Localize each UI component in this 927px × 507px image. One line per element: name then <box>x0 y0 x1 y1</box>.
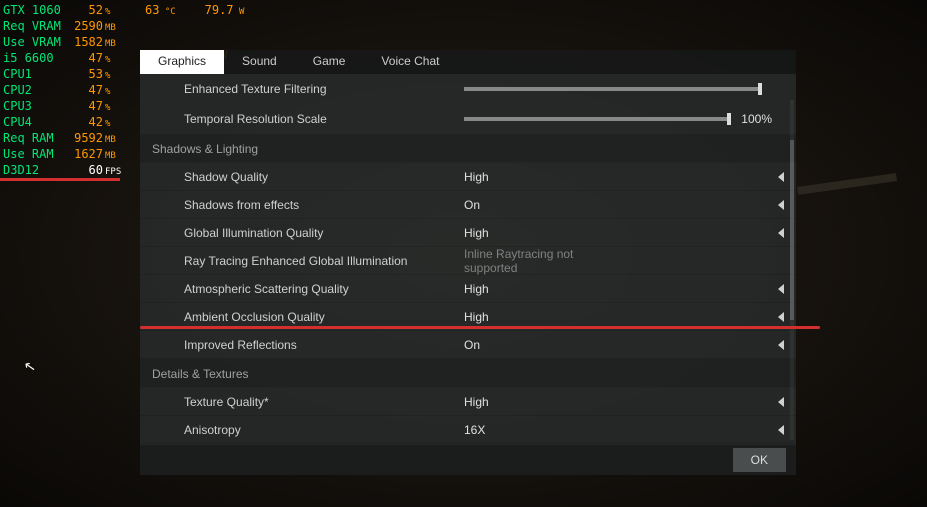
setting-label: Texture Quality* <box>184 395 464 409</box>
setting-texture-quality[interactable]: Texture Quality*High <box>140 388 796 416</box>
setting-label: Shadows from effects <box>184 198 464 212</box>
osd-row: CPU347% <box>3 99 121 115</box>
section-shadows-lighting: Shadows & Lighting <box>140 134 796 163</box>
slider-thumb[interactable] <box>727 113 731 125</box>
osd-row: GTX 106052% <box>3 3 121 19</box>
gpu-temp-power: 63 °C 79.7 W <box>145 3 244 17</box>
scrollbar-thumb[interactable] <box>790 140 794 320</box>
setting-label: Atmospheric Scattering Quality <box>184 282 464 296</box>
left-arrow-icon[interactable] <box>778 200 784 210</box>
osd-row: i5 660047% <box>3 51 121 67</box>
osd-row: Use VRAM1582MB <box>3 35 121 51</box>
osd-row: CPU153% <box>3 67 121 83</box>
setting-shadow-quality[interactable]: Shadow QualityHigh <box>140 163 796 191</box>
left-arrow-icon[interactable] <box>778 312 784 322</box>
osd-row: CPU247% <box>3 83 121 99</box>
setting-ray-tracing-enhanced-global-illumination: Ray Tracing Enhanced Global Illumination… <box>140 247 796 275</box>
setting-value: 16X <box>464 423 624 437</box>
slider-track[interactable] <box>464 87 762 91</box>
osd-fps-row: D3D1260FPS <box>3 163 121 179</box>
setting-value: High <box>464 310 624 324</box>
setting-temporal-resolution-scale[interactable]: Temporal Resolution Scale 100% <box>140 104 796 134</box>
tab-sound[interactable]: Sound <box>224 50 295 74</box>
setting-value: High <box>464 282 624 296</box>
setting-value: High <box>464 170 624 184</box>
setting-label: Ambient Occlusion Quality <box>184 310 464 324</box>
left-arrow-icon[interactable] <box>778 228 784 238</box>
setting-atmospheric-scattering-quality[interactable]: Atmospheric Scattering QualityHigh <box>140 275 796 303</box>
setting-label: Ray Tracing Enhanced Global Illumination <box>184 254 464 268</box>
settings-scroll[interactable]: Enhanced Texture Filtering Temporal Reso… <box>140 74 796 444</box>
setting-value: High <box>464 395 624 409</box>
setting-value: On <box>464 338 624 352</box>
setting-anisotropy[interactable]: Anisotropy16X <box>140 416 796 444</box>
osd-red-underline <box>0 178 120 181</box>
setting-value: On <box>464 198 624 212</box>
left-arrow-icon[interactable] <box>778 397 784 407</box>
mouse-cursor-icon: ↖ <box>23 357 38 376</box>
setting-label: Shadow Quality <box>184 170 464 184</box>
setting-label: Anisotropy <box>184 423 464 437</box>
setting-value: Inline Raytracing not supported <box>464 247 624 275</box>
ok-button[interactable]: OK <box>733 448 786 472</box>
setting-value: High <box>464 226 624 240</box>
settings-footer: OK <box>140 445 796 475</box>
setting-improved-reflections[interactable]: Improved ReflectionsOn <box>140 331 796 359</box>
osd-row: CPU442% <box>3 115 121 131</box>
setting-enhanced-texture-filtering[interactable]: Enhanced Texture Filtering <box>140 74 796 104</box>
settings-panel: GraphicsSoundGameVoice Chat Enhanced Tex… <box>140 50 796 475</box>
annotation-red-underline <box>140 326 820 329</box>
osd-row: Req VRAM2590MB <box>3 19 121 35</box>
setting-shadows-from-effects[interactable]: Shadows from effectsOn <box>140 191 796 219</box>
osd-row: Req RAM9592MB <box>3 131 121 147</box>
tab-bar: GraphicsSoundGameVoice Chat <box>140 50 796 74</box>
slider-thumb[interactable] <box>758 83 762 95</box>
performance-overlay: GTX 106052%Req VRAM2590MBUse VRAM1582MBi… <box>3 3 121 179</box>
tab-game[interactable]: Game <box>295 50 364 74</box>
left-arrow-icon[interactable] <box>778 284 784 294</box>
left-arrow-icon[interactable] <box>778 172 784 182</box>
left-arrow-icon[interactable] <box>778 340 784 350</box>
tab-voice-chat[interactable]: Voice Chat <box>363 50 457 74</box>
left-arrow-icon[interactable] <box>778 425 784 435</box>
setting-label: Global Illumination Quality <box>184 226 464 240</box>
scrollbar[interactable] <box>790 100 794 440</box>
tab-graphics[interactable]: Graphics <box>140 50 224 74</box>
setting-label: Improved Reflections <box>184 338 464 352</box>
osd-row: Use RAM1627MB <box>3 147 121 163</box>
section-details-textures: Details & Textures <box>140 359 796 388</box>
slider-value: 100% <box>741 112 772 126</box>
slider-track[interactable] <box>464 117 731 121</box>
setting-global-illumination-quality[interactable]: Global Illumination QualityHigh <box>140 219 796 247</box>
background-weapon <box>797 173 897 195</box>
